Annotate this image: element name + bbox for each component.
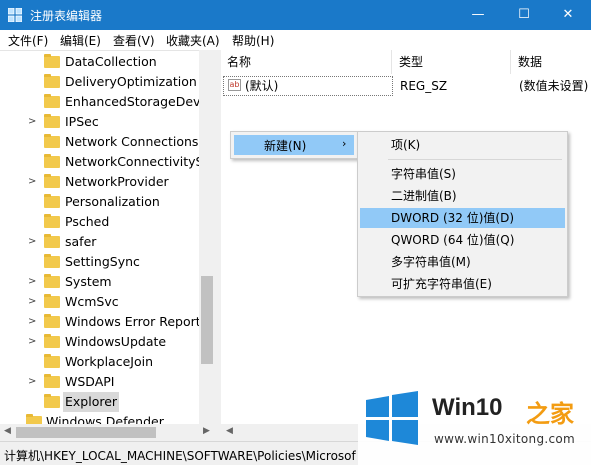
menu-edit[interactable]: 编辑(E) (60, 32, 101, 49)
close-button[interactable]: ✕ (545, 0, 591, 30)
menu-item-string-value[interactable]: 字符串值(S) (360, 164, 565, 184)
folder-icon (44, 54, 60, 68)
menu-view[interactable]: 查看(V) (113, 32, 155, 49)
tree-item[interactable]: > NetworkProvider (0, 172, 200, 192)
menu-file[interactable]: 文件(F) (8, 32, 48, 49)
tree-item[interactable]: SettingSync (0, 252, 200, 272)
tree-vertical-scrollbar[interactable] (199, 50, 215, 424)
expand-chevron-icon[interactable]: > (28, 172, 38, 192)
folder-icon (44, 214, 60, 228)
tree-item[interactable]: > System (0, 272, 200, 292)
tree-item[interactable]: > WindowsUpdate (0, 332, 200, 352)
tree-item[interactable]: DataCollection (0, 52, 200, 72)
menu-bar: 文件(F) 编辑(E) 查看(V) 收藏夹(A) 帮助(H) (0, 30, 591, 50)
value-data: (数值未设置) (519, 79, 589, 93)
tree-item[interactable]: NetworkConnectivitySta (0, 152, 200, 172)
folder-icon (44, 74, 60, 88)
window-title: 注册表编辑器 (30, 9, 103, 23)
context-menu: 新建(N) › (230, 131, 358, 159)
menu-favorites[interactable]: 收藏夹(A) (166, 32, 220, 49)
folder-icon (44, 294, 60, 308)
folder-icon (44, 354, 60, 368)
column-header-data[interactable]: 数据 (512, 50, 591, 74)
folder-icon (44, 234, 60, 248)
expand-chevron-icon[interactable]: > (28, 232, 38, 252)
folder-icon (44, 194, 60, 208)
tree-item[interactable]: > WSDAPI (0, 372, 200, 392)
watermark-url: www.win10xitong.com (434, 432, 576, 446)
value-name: (默认) (245, 79, 279, 93)
column-header-type[interactable]: 类型 (393, 50, 511, 74)
expand-chevron-icon[interactable]: > (28, 272, 38, 292)
tree-item[interactable]: DeliveryOptimization (0, 72, 200, 92)
folder-icon (44, 394, 60, 408)
watermark-brand-accent: 之家 (526, 401, 574, 428)
expand-chevron-icon[interactable]: > (28, 312, 38, 332)
menu-item-binary-value[interactable]: 二进制值(B) (360, 186, 565, 206)
windows-logo-icon (366, 391, 418, 445)
scroll-thumb[interactable] (16, 427, 156, 438)
folder-icon (44, 94, 60, 108)
regedit-app-icon (8, 8, 22, 22)
title-bar: 注册表编辑器 — ☐ ✕ (0, 0, 591, 30)
tree-item[interactable]: WorkplaceJoin (0, 352, 200, 372)
menu-separator (388, 159, 562, 160)
submenu-arrow-icon: › (342, 137, 347, 150)
tree-item[interactable]: > IPSec (0, 112, 200, 132)
folder-icon (44, 134, 60, 148)
folder-icon (44, 174, 60, 188)
scroll-thumb[interactable] (201, 276, 213, 364)
folder-icon (44, 114, 60, 128)
maximize-button[interactable]: ☐ (501, 0, 547, 30)
tree-item[interactable]: EnhancedStorageDevic (0, 92, 200, 112)
column-header-name[interactable]: 名称 (221, 50, 392, 74)
menu-item-dword-value[interactable]: DWORD (32 位)值(D) (360, 208, 565, 228)
value-row[interactable]: ab (默认) REG_SZ (数值未设置) (223, 76, 591, 96)
minimize-button[interactable]: — (455, 0, 501, 30)
folder-icon (44, 274, 60, 288)
expand-chevron-icon[interactable]: > (28, 332, 38, 352)
watermark: Win10 之家 www.win10xitong.com (358, 380, 591, 465)
scroll-right-icon[interactable]: ▶ (203, 426, 210, 436)
tree-item[interactable]: Network Connections (0, 132, 200, 152)
folder-icon (44, 334, 60, 348)
watermark-brand: Win10 (432, 394, 503, 421)
tree-item[interactable]: > WcmSvc (0, 292, 200, 312)
new-submenu: 项(K) 字符串值(S) 二进制值(B) DWORD (32 位)值(D) QW… (357, 131, 568, 297)
tree-item[interactable]: > Windows Error Reporti (0, 312, 200, 332)
expand-chevron-icon[interactable]: > (28, 112, 38, 132)
expand-chevron-icon[interactable]: > (28, 372, 38, 392)
expand-chevron-icon[interactable]: > (28, 292, 38, 312)
key-tree: DataCollection DeliveryOptimization Enha… (0, 50, 215, 441)
folder-icon (44, 154, 60, 168)
menu-item-qword-value[interactable]: QWORD (64 位)值(Q) (360, 230, 565, 250)
string-value-icon: ab (228, 79, 241, 91)
scroll-left-icon[interactable]: ◀ (4, 426, 11, 436)
tree-item[interactable]: Personalization (0, 192, 200, 212)
menu-item-expandable-string-value[interactable]: 可扩充字符串值(E) (360, 274, 565, 294)
folder-icon (44, 314, 60, 328)
tree-horizontal-scrollbar[interactable]: ◀ ▶ (0, 424, 215, 441)
menu-item-multi-string-value[interactable]: 多字符串值(M) (360, 252, 565, 272)
folder-icon (44, 374, 60, 388)
menu-item-new[interactable]: 新建(N) › (234, 135, 354, 155)
tree-item-selected[interactable]: Explorer (0, 392, 200, 412)
tree-item[interactable]: > safer (0, 232, 200, 252)
menu-item-key[interactable]: 项(K) (360, 135, 565, 155)
registry-path: 计算机\HKEY_LOCAL_MACHINE\SOFTWARE\Policies… (4, 449, 356, 463)
registry-editor-window: 注册表编辑器 — ☐ ✕ 文件(F) 编辑(E) 查看(V) 收藏夹(A) 帮助… (0, 0, 591, 465)
tree-item[interactable]: Psched (0, 212, 200, 232)
menu-help[interactable]: 帮助(H) (232, 32, 274, 49)
value-type: REG_SZ (400, 79, 448, 93)
folder-icon (44, 254, 60, 268)
scroll-left-icon[interactable]: ◀ (226, 426, 233, 436)
